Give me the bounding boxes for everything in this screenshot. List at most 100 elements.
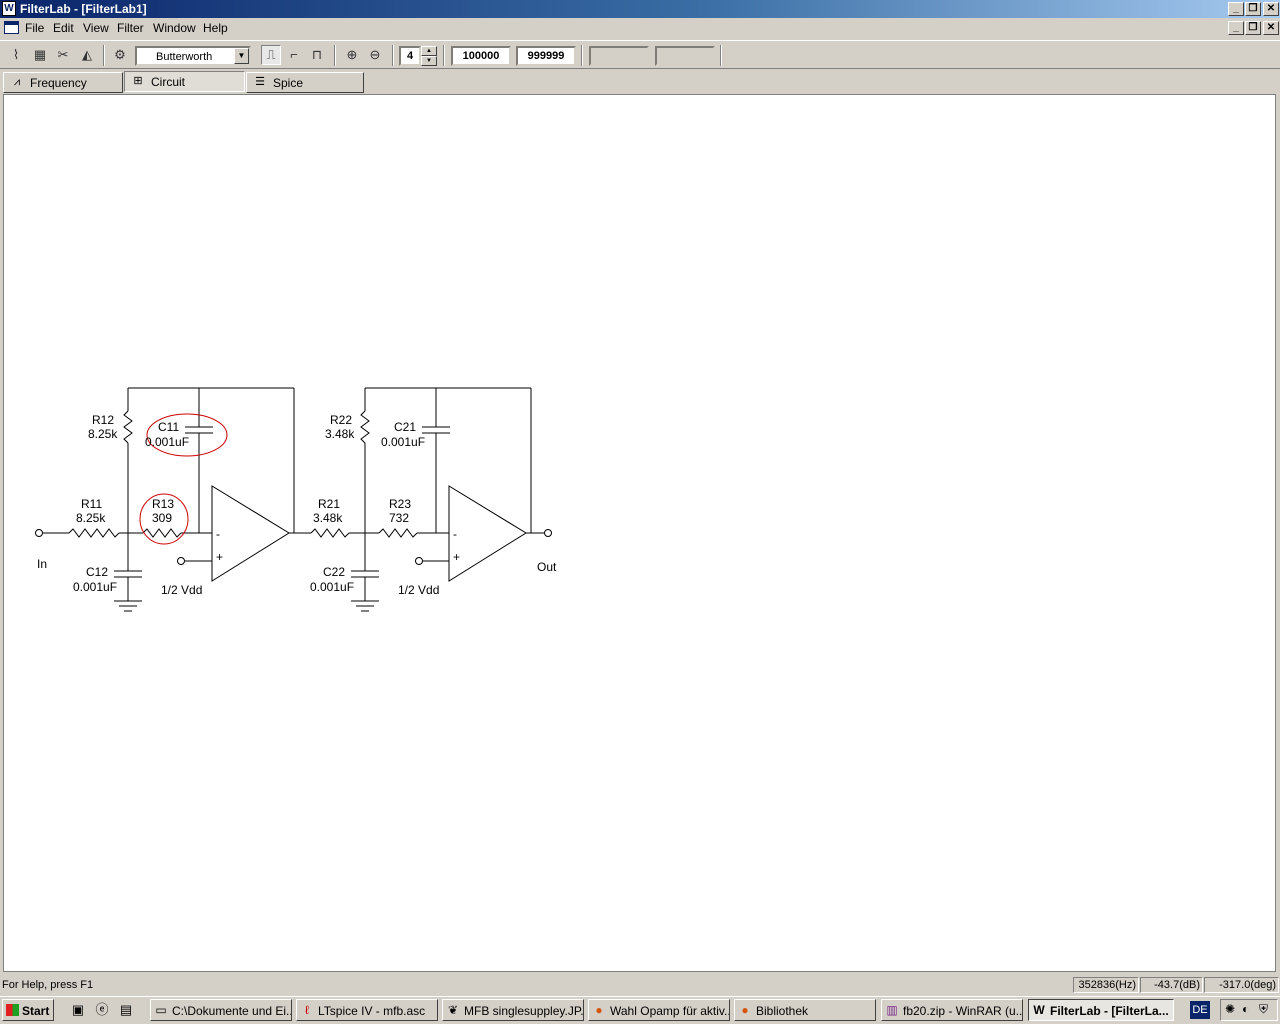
circuit-design-icon[interactable]: ▦ [30,45,50,65]
start-button[interactable]: Start [2,999,54,1021]
opamp-1-minus: - [216,527,220,541]
c11-value: 0.001uF [145,435,189,449]
c22-name: C22 [323,565,345,579]
window-title: FilterLab - [FilterLab1] [20,2,147,16]
menu-file[interactable]: File [25,21,44,35]
r12-value: 8.25k [88,427,118,441]
resistor-r13 [142,528,182,538]
restore-button[interactable]: ❐ [1245,2,1261,16]
resistor-r23 [378,528,418,538]
circuit-view[interactable]: R11 8.25k R12 8.25k R13 309 C11 0.001uF … [3,94,1276,972]
input-label: In [37,557,47,571]
child-minimize-button[interactable]: _ [1228,21,1244,35]
task-firefox-2[interactable]: ● Bibliothek [734,999,876,1021]
task-ltspice-label: LTspice IV - mfb.asc [318,1004,426,1018]
tab-frequency[interactable]: ⩘ Frequency [3,72,123,93]
explorer-quicklaunch-icon[interactable]: ▤ [117,1001,135,1019]
chevron-down-icon[interactable]: ▼ [234,48,249,64]
c22-value: 0.001uF [310,580,354,594]
r13-name: R13 [152,497,174,511]
menu-bar: File Edit View Filter Window Help _ ❐ ✕ [0,18,1280,38]
tray-security-icon[interactable]: ⛨ [1259,1002,1268,1017]
order-stepper[interactable]: ▲ ▼ [421,46,437,66]
toolbar-separator [334,45,336,66]
approximation-icon[interactable]: ⚙ [110,45,130,65]
opamp-2-minus: - [453,527,457,541]
resistor-r12 [123,410,133,444]
vref-terminal-2 [415,557,423,565]
frequency-2-input[interactable]: 999999 [516,46,576,66]
zoom-in-icon[interactable]: ⊕ [342,45,362,65]
opamp-2-plus: + [453,550,460,564]
status-phase: -317.0(deg) [1204,977,1279,993]
tray-app-icon[interactable]: ✺ [1225,1002,1235,1016]
tab-circuit[interactable]: ⊞ Circuit [124,71,245,92]
zoom-out-icon[interactable]: ⊖ [365,45,385,65]
vref-label-1: 1/2 Vdd [161,583,202,597]
status-frequency: 352836(Hz) [1073,977,1139,993]
spin-up-icon[interactable]: ▲ [421,46,437,56]
task-image-viewer[interactable]: ❦ MFB singlesuppley.JP... [442,999,584,1021]
frequency-plot-icon: ⩘ [13,76,21,88]
desktop-quicklaunch-icon[interactable]: ▣ [69,1001,87,1019]
menu-window[interactable]: Window [153,21,196,35]
filter-type-select[interactable]: Butterworth ▼ [135,46,251,66]
highpass-icon[interactable]: ⌐ [284,45,304,65]
toolbar-separator [103,45,105,66]
vref-terminal-1 [177,557,185,565]
firefox-icon: ● [741,1003,749,1017]
task-filterlab[interactable]: W FilterLab - [FilterLa... [1028,999,1174,1021]
disabled-input-2 [655,46,715,66]
filterlab-app-icon[interactable]: W [2,1,16,16]
tab-frequency-label: Frequency [30,76,87,90]
menu-help[interactable]: Help [203,21,228,35]
task-filterlab-label: FilterLab - [FilterLa... [1050,1004,1169,1018]
opamp-1-plus: + [216,550,223,564]
toolbar: ⌇ ▦ ✂ ◭ ⚙ Butterworth ▼ ⎍ ⌐ ⊓ ⊕ ⊖ 4 ▲ ▼ … [0,40,1280,69]
r22-name: R22 [330,413,352,427]
task-firefox-2-label: Bibliothek [756,1004,809,1018]
order-input[interactable]: 4 [399,46,421,66]
r23-name: R23 [389,497,411,511]
response-icon[interactable]: ◭ [77,45,97,65]
status-gain: -43.7(dB) [1140,977,1203,993]
r21-name: R21 [318,497,340,511]
child-close-button[interactable]: ✕ [1263,21,1279,35]
document-icon[interactable] [4,21,19,34]
minimize-button[interactable]: _ [1228,2,1244,16]
r12-name: R12 [92,413,114,427]
tools-icon[interactable]: ✂ [53,45,73,65]
windows-logo-icon [6,1004,19,1016]
firefox-icon: ● [595,1003,603,1017]
spin-down-icon[interactable]: ▼ [421,56,437,66]
c12-value: 0.001uF [73,580,117,594]
task-firefox-1[interactable]: ● Wahl Opamp für aktiv... [588,999,730,1021]
tray-speaker-icon[interactable]: ◐ [1242,1002,1249,1016]
language-indicator[interactable]: DE [1190,1001,1210,1019]
filterlab-icon: W [1033,1003,1045,1017]
task-explorer[interactable]: ▭ C:\Dokumente und Ei... [150,999,292,1021]
task-ltspice[interactable]: ℓ LTspice IV - mfb.asc [296,999,438,1021]
toolbar-separator [392,45,394,66]
lowpass-icon[interactable]: ⎍ [261,45,281,65]
ie-quicklaunch-icon[interactable]: ⓔ [93,1001,111,1019]
task-winrar-label: fb20.zip - WinRAR (u... [903,1004,1023,1018]
frequency-1-input[interactable]: 100000 [451,46,511,66]
menu-filter[interactable]: Filter [117,21,144,35]
filter-design-icon[interactable]: ⌇ [6,45,26,65]
task-winrar[interactable]: ▥ fb20.zip - WinRAR (u... [881,999,1023,1021]
child-restore-button[interactable]: ❐ [1245,21,1261,35]
r23-value: 732 [389,511,409,525]
bandpass-icon[interactable]: ⊓ [307,45,327,65]
tab-spice[interactable]: ☰ Spice [246,72,364,93]
menu-edit[interactable]: Edit [53,21,74,35]
toolbar-separator [581,45,583,66]
output-terminal [544,529,552,537]
system-tray: ✺ ◐ ⛨ [1220,999,1278,1021]
r21-value: 3.48k [313,511,343,525]
toolbar-separator [720,45,722,66]
filter-type-value: Butterworth [156,51,213,63]
c12-name: C12 [86,565,108,579]
menu-view[interactable]: View [83,21,109,35]
close-button[interactable]: ✕ [1263,2,1279,16]
